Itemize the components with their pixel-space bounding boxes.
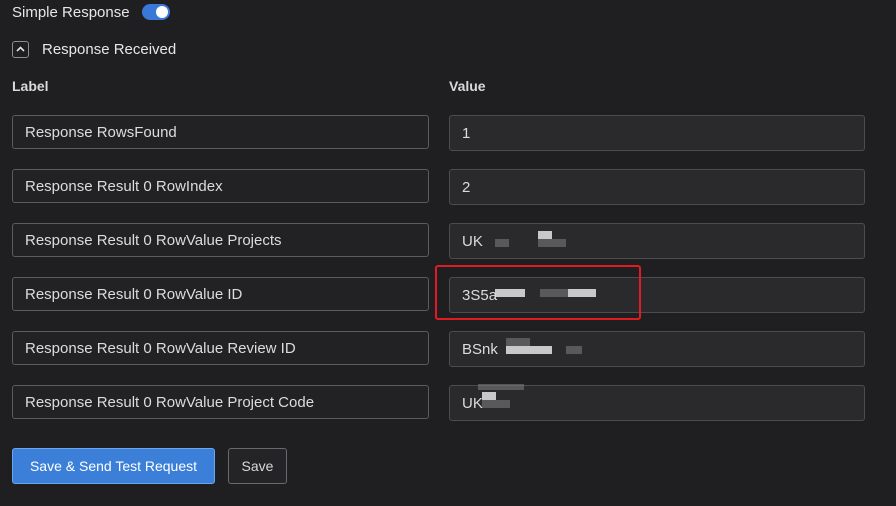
label-field-row-index[interactable]: Response Result 0 RowIndex — [12, 169, 429, 203]
redaction-block — [538, 239, 566, 247]
redaction-block — [478, 384, 524, 390]
redaction-block — [506, 338, 530, 346]
toggle-knob — [155, 6, 168, 18]
redaction-block — [482, 392, 496, 400]
label-field-id[interactable]: Response Result 0 RowValue ID — [12, 277, 429, 311]
response-received-title: Response Received — [42, 40, 177, 58]
label-field-project-code[interactable]: Response Result 0 RowValue Project Code — [12, 385, 429, 419]
simple-response-row: Simple Response — [12, 2, 170, 22]
label-field-rows-found[interactable]: Response RowsFound — [12, 115, 429, 149]
redaction-block — [538, 231, 552, 239]
redaction-block — [566, 346, 582, 354]
redaction-block — [506, 346, 552, 354]
value-field-projects[interactable]: UK — [449, 223, 865, 259]
label-field-projects[interactable]: Response Result 0 RowValue Projects — [12, 223, 429, 257]
save-button[interactable]: Save — [228, 448, 287, 484]
value-field-row-index[interactable]: 2 — [449, 169, 865, 205]
label-column-header: Label — [12, 78, 49, 94]
response-panel: Simple Response Response Received Label … — [0, 0, 896, 506]
redaction-block — [482, 400, 510, 408]
chevron-up-icon[interactable] — [12, 40, 29, 58]
value-column-header: Value — [449, 78, 486, 94]
simple-response-label: Simple Response — [12, 3, 130, 21]
save-and-send-test-request-button[interactable]: Save & Send Test Request — [12, 448, 215, 484]
response-received-header[interactable]: Response Received — [12, 39, 176, 59]
id-value-highlight — [435, 265, 641, 320]
label-field-review-id[interactable]: Response Result 0 RowValue Review ID — [12, 331, 429, 365]
value-field-rows-found[interactable]: 1 — [449, 115, 865, 151]
simple-response-toggle[interactable] — [141, 4, 170, 20]
value-field-project-code[interactable]: UK — [449, 385, 865, 421]
redaction-block — [495, 239, 509, 247]
